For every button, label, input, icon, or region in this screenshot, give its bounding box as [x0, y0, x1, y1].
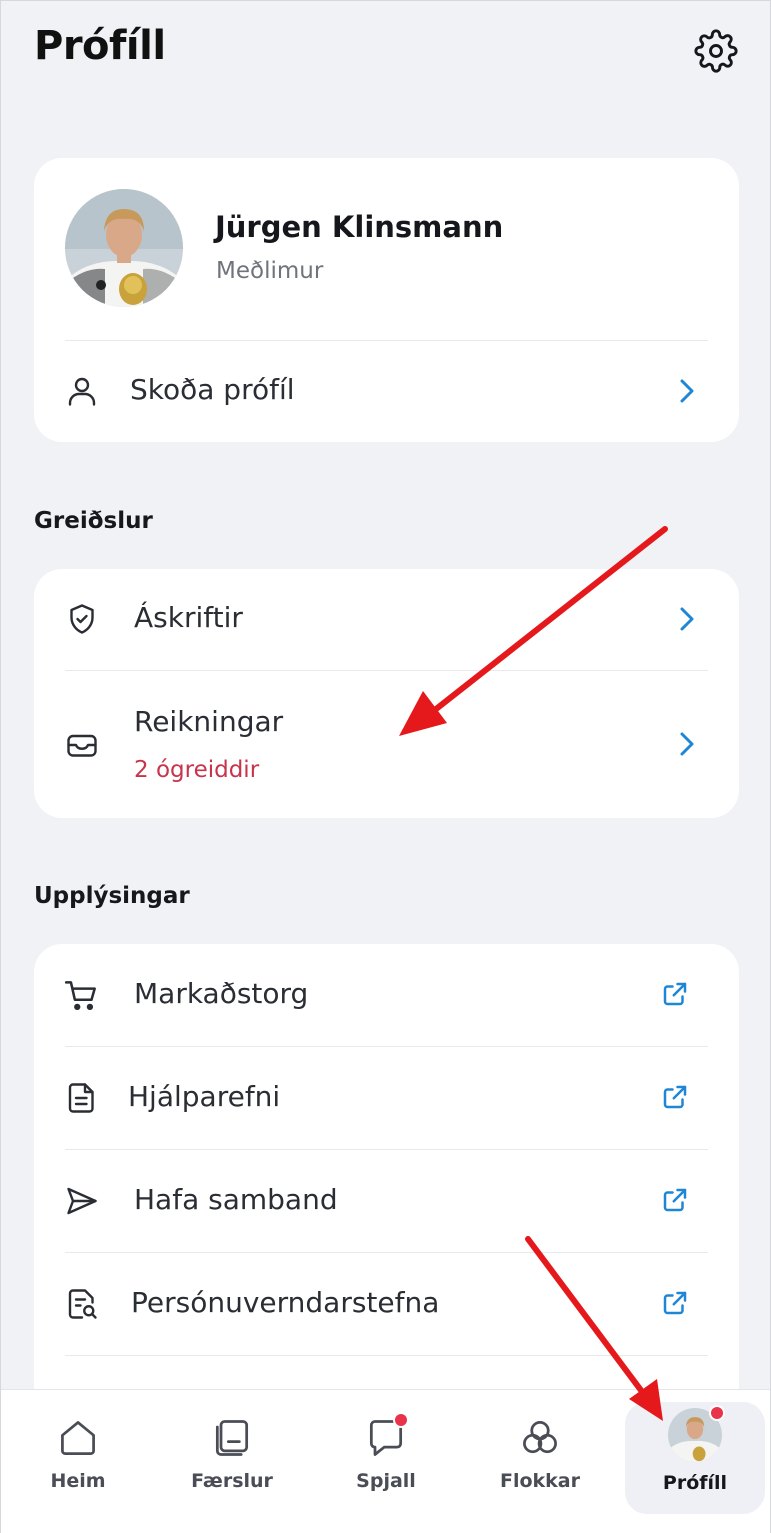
tab-home[interactable]: Heim	[8, 1390, 148, 1510]
contact-label: Hafa samband	[134, 1183, 338, 1216]
avatar	[65, 189, 183, 307]
list-item-subscriptions[interactable]: Áskriftir	[34, 569, 739, 670]
tab-categories-label: Flokkar	[499, 1470, 580, 1492]
view-profile-row[interactable]: Skoða prófíl	[34, 341, 739, 442]
section-title-payments: Greiðslur	[34, 508, 153, 534]
chevron-right-icon	[675, 730, 699, 758]
tab-profile-label: Prófíll	[662, 1472, 728, 1494]
tab-home-label: Heim	[50, 1470, 106, 1492]
cart-icon	[62, 975, 102, 1015]
inbox-icon	[62, 725, 102, 765]
notification-badge	[709, 1405, 725, 1421]
list-item-help[interactable]: Hjálparefni	[34, 1047, 739, 1149]
profile-role: Meðlimur	[216, 258, 324, 284]
shield-check-icon	[62, 599, 102, 639]
chevron-right-icon	[675, 605, 699, 633]
external-link-icon	[657, 1285, 693, 1321]
document-icon	[62, 1078, 102, 1118]
list-item-contact[interactable]: Hafa samband	[34, 1150, 739, 1252]
list-item-privacy[interactable]: Persónuverndarstefna	[34, 1253, 739, 1355]
tab-transactions-label: Færslur	[191, 1470, 273, 1492]
external-link-icon	[657, 976, 693, 1012]
payments-card: Áskriftir Reikningar 2 ógreiddir	[34, 569, 739, 818]
divider	[65, 1355, 708, 1356]
categories-icon	[516, 1414, 564, 1462]
tab-bar: Heim Færslur Spjall Flokkar Prófíll	[1, 1389, 770, 1533]
list-item-marketplace[interactable]: Markaðstorg	[34, 944, 739, 1046]
header: Prófíll	[34, 23, 740, 79]
profile-card: Jürgen Klinsmann Meðlimur Skoða prófíl	[34, 158, 739, 442]
external-link-icon	[657, 1079, 693, 1115]
send-icon	[62, 1181, 102, 1221]
section-title-info: Upplýsingar	[34, 883, 190, 909]
unpaid-count: 2 ógreiddir	[134, 757, 260, 783]
info-card: Markaðstorg Hjálparefni Hafa samband Per…	[34, 944, 739, 1404]
app-screen: Prófíll Jürgen Klinsmann Meðlimur Skoða …	[0, 0, 771, 1533]
notification-badge	[393, 1412, 409, 1428]
page-title: Prófíll	[34, 23, 166, 69]
external-link-icon	[657, 1182, 693, 1218]
tab-transactions[interactable]: Færslur	[162, 1390, 302, 1510]
help-label: Hjálparefni	[128, 1080, 281, 1113]
tab-chat-label: Spjall	[356, 1470, 416, 1492]
home-icon	[54, 1414, 102, 1462]
tab-profile[interactable]: Prófíll	[625, 1402, 765, 1514]
profile-name: Jürgen Klinsmann	[215, 210, 504, 244]
invoices-label: Reikningar	[134, 705, 284, 738]
document-search-icon	[62, 1284, 102, 1324]
tab-categories[interactable]: Flokkar	[470, 1390, 610, 1510]
privacy-label: Persónuverndarstefna	[131, 1286, 440, 1319]
subscriptions-label: Áskriftir	[134, 601, 243, 634]
view-profile-label: Skoða prófíl	[130, 373, 295, 406]
marketplace-label: Markaðstorg	[134, 977, 309, 1010]
user-icon	[62, 371, 102, 411]
chevron-right-icon	[675, 377, 699, 405]
list-item-invoices[interactable]: Reikningar 2 ógreiddir	[34, 671, 739, 818]
tab-chat[interactable]: Spjall	[316, 1390, 456, 1510]
settings-button[interactable]	[692, 27, 740, 75]
transactions-icon	[208, 1414, 256, 1462]
gear-icon	[694, 29, 738, 73]
